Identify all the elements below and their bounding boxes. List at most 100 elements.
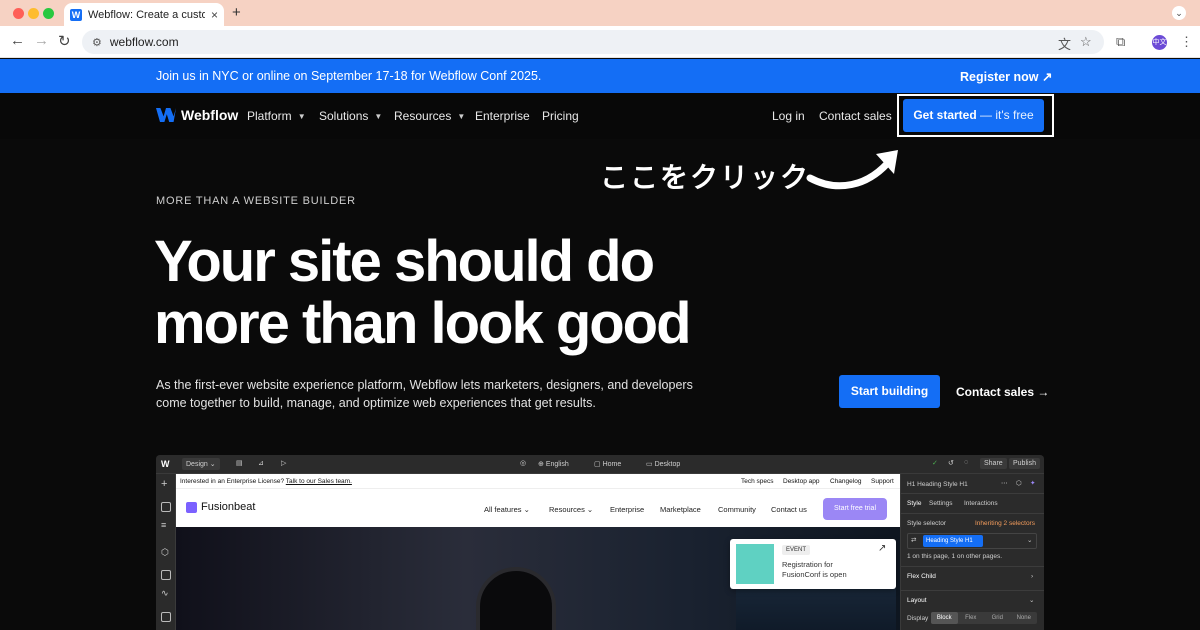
reload-icon[interactable]: ↻ <box>58 32 71 50</box>
focus-icon[interactable]: ◎ <box>520 459 526 467</box>
locale-label: English <box>545 461 569 468</box>
add-element-icon[interactable]: + <box>161 478 167 490</box>
tab-title: Webflow: Create a custom we <box>88 8 205 21</box>
component-icon[interactable]: ⬡ <box>1016 479 1022 487</box>
bookmark-star-icon[interactable]: ☆ <box>1080 34 1092 50</box>
chevron-down-icon[interactable]: ⌄ <box>1029 596 1034 604</box>
display-toggle: Block Flex Grid None <box>931 612 1037 624</box>
canvas-nav-item[interactable]: All features ⌄ <box>484 505 530 514</box>
comments-icon[interactable]: ◌ <box>964 459 968 466</box>
canvas-top-link[interactable]: Tech specs <box>741 478 774 485</box>
new-tab-icon[interactable]: + <box>232 4 241 21</box>
nav-item-label: Enterprise <box>475 109 530 123</box>
extensions-icon[interactable]: ⧉ <box>1116 34 1125 50</box>
pages-icon[interactable]: ▤ <box>236 459 243 467</box>
styles-icon[interactable] <box>161 570 171 580</box>
components-icon[interactable]: ⬡ <box>161 547 169 558</box>
start-free-trial-button[interactable]: Start free trial <box>823 498 887 520</box>
canvas-announcement: Interested in an Enterprise License? Tal… <box>180 478 352 485</box>
nav-item-label: Resources <box>394 109 452 123</box>
canvas-nav-item[interactable]: Contact us <box>771 505 807 514</box>
canvas-hero-image: EVENT Registration for FusionConf is ope… <box>176 527 900 630</box>
tab-settings[interactable]: Settings <box>929 500 953 507</box>
tab-style[interactable]: Style <box>907 500 921 507</box>
nav-item-pricing[interactable]: Pricing <box>542 109 579 123</box>
hero-description: As the first-ever website experience pla… <box>156 378 693 410</box>
locale-selector[interactable]: ⊕ English <box>538 460 569 468</box>
analytics-icon[interactable]: ⊿ <box>258 459 264 467</box>
canvas-top-link[interactable]: Support <box>871 478 894 485</box>
page-label: Home <box>602 461 622 468</box>
design-mode-dropdown[interactable]: Design ⌄ <box>182 458 220 470</box>
designer-topbar: W Design ⌄ ▤ ⊿ ▷ ◎ ⊕ English ▢ Home ▭ De… <box>156 455 1044 474</box>
pages-panel-icon[interactable] <box>161 502 171 512</box>
webflow-logo[interactable]: Webflow <box>156 107 238 123</box>
canvas-nav-item[interactable]: Resources ⌄ <box>549 505 593 514</box>
chevron-right-icon[interactable]: › <box>1031 573 1033 580</box>
canvas-announcement-link[interactable]: Talk to our Sales team. <box>286 478 352 485</box>
display-option-grid[interactable]: Grid <box>984 612 1011 624</box>
close-window-icon[interactable] <box>13 8 24 19</box>
contact-sales-link[interactable]: Contact sales <box>819 109 892 123</box>
more-options-icon[interactable]: ⋯ <box>1001 479 1008 487</box>
translate-icon[interactable]: 文 <box>1058 34 1071 53</box>
minimize-window-icon[interactable] <box>28 8 39 19</box>
designer-left-toolbar: + ≡ ⬡ ∿ <box>156 474 176 630</box>
navigator-icon[interactable]: ≡ <box>161 520 166 530</box>
publish-button[interactable]: Publish <box>1009 458 1040 469</box>
fusionbeat-logo-icon <box>186 501 197 513</box>
get-started-button[interactable]: Get started — it's free <box>903 99 1044 132</box>
share-button[interactable]: Share <box>980 458 1007 469</box>
browser-tab[interactable]: W Webflow: Create a custom we × <box>64 3 224 26</box>
nav-item-solutions[interactable]: Solutions ▼ <box>319 109 382 123</box>
canvas-announcement-bar: Interested in an Enterprise License? Tal… <box>176 474 900 489</box>
page-selector[interactable]: ▢ Home <box>594 460 621 468</box>
inheriting-selectors-link[interactable]: Inheriting 2 selectors <box>975 520 1035 527</box>
usage-count: 1 on this page, 1 on other pages. <box>907 553 1003 560</box>
nav-item-label: Platform <box>247 109 292 123</box>
tab-close-icon[interactable]: × <box>211 8 218 22</box>
login-link[interactable]: Log in <box>772 109 805 123</box>
tab-search-icon[interactable]: ⌄ <box>1172 6 1186 20</box>
nav-item-platform[interactable]: Platform ▼ <box>247 109 306 123</box>
nav-item-enterprise[interactable]: Enterprise <box>475 109 530 123</box>
profile-avatar[interactable]: 中文 <box>1152 35 1167 50</box>
assets-icon[interactable] <box>161 612 171 622</box>
canvas-top-link[interactable]: Changelog <box>830 478 861 485</box>
event-card[interactable]: EVENT Registration for FusionConf is ope… <box>730 539 896 589</box>
site-info-icon[interactable]: ⚙ <box>92 36 102 49</box>
ai-assistant-icon[interactable]: ✦ <box>1030 479 1035 487</box>
menu-kebab-icon[interactable]: ⋮ <box>1180 34 1193 50</box>
canvas-nav-item[interactable]: Marketplace <box>660 505 701 514</box>
chevron-down-icon[interactable]: ⌄ <box>1027 536 1032 544</box>
designer-canvas[interactable]: Interested in an Enterprise License? Tal… <box>176 474 900 630</box>
breakpoint-selector[interactable]: ▭ Desktop <box>646 460 680 468</box>
hero-contact-sales-link[interactable]: Contact sales → <box>956 385 1049 399</box>
preview-play-icon[interactable]: ▷ <box>281 459 286 467</box>
history-icon[interactable]: ↺ <box>948 459 954 467</box>
display-option-block[interactable]: Block <box>931 612 958 624</box>
canvas-top-link[interactable]: Desktop app <box>783 478 820 485</box>
class-chip[interactable]: Heading Style H1 <box>923 535 983 547</box>
canvas-nav-item[interactable]: Enterprise <box>610 505 644 514</box>
forward-icon[interactable]: → <box>34 32 49 49</box>
variables-icon[interactable]: ∿ <box>161 588 169 599</box>
fusionbeat-name: Fusionbeat <box>201 501 256 513</box>
nav-item-resources[interactable]: Resources ▼ <box>394 109 465 123</box>
address-bar[interactable]: ⚙ webflow.com <box>82 30 1104 54</box>
flex-child-section[interactable]: Flex Child <box>907 573 936 580</box>
tab-interactions[interactable]: Interactions <box>964 500 998 507</box>
person-with-headphones-image <box>476 567 556 630</box>
layout-section[interactable]: Layout <box>907 597 927 604</box>
designer-logo-icon: W <box>161 459 170 469</box>
chevron-down-icon: ▼ <box>374 111 383 121</box>
canvas-nav-item[interactable]: Community <box>718 505 756 514</box>
register-now-link[interactable]: Register now ↗ <box>960 69 1052 84</box>
display-option-none[interactable]: None <box>1011 612 1038 624</box>
display-option-flex[interactable]: Flex <box>958 612 985 624</box>
start-building-button[interactable]: Start building <box>839 375 940 408</box>
back-icon[interactable]: ← <box>10 32 25 49</box>
fusionbeat-logo[interactable]: Fusionbeat <box>186 501 255 513</box>
maximize-window-icon[interactable] <box>43 8 54 19</box>
panel-divider <box>901 566 1044 567</box>
